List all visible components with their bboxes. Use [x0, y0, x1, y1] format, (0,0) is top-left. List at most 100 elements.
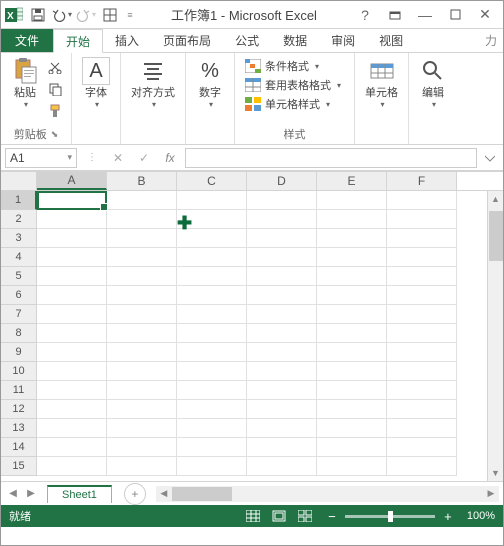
cells-area[interactable]: ✚ — [37, 191, 503, 481]
vscroll-thumb[interactable] — [489, 211, 503, 261]
row-header-4[interactable]: 4 — [1, 248, 37, 267]
cell[interactable] — [387, 324, 457, 343]
cell[interactable] — [177, 267, 247, 286]
row-header-15[interactable]: 15 — [1, 457, 37, 476]
cell[interactable] — [387, 381, 457, 400]
cell[interactable] — [37, 343, 107, 362]
cell[interactable] — [387, 438, 457, 457]
cell[interactable] — [387, 210, 457, 229]
zoom-knob[interactable] — [388, 511, 393, 522]
cell[interactable] — [247, 343, 317, 362]
cell[interactable] — [177, 381, 247, 400]
tab-file[interactable]: 文件 — [1, 29, 53, 52]
maximize-icon[interactable] — [441, 4, 469, 26]
cell[interactable] — [247, 381, 317, 400]
number-button[interactable]: % 数字 ▾ — [192, 55, 228, 111]
cell[interactable] — [247, 457, 317, 476]
cell[interactable] — [247, 248, 317, 267]
cell[interactable] — [247, 229, 317, 248]
row-header-5[interactable]: 5 — [1, 267, 37, 286]
cell[interactable] — [177, 305, 247, 324]
cell[interactable] — [107, 210, 177, 229]
alignment-button[interactable]: 对齐方式 ▾ — [127, 55, 179, 111]
cell[interactable] — [107, 286, 177, 305]
name-box[interactable]: A1▾ — [5, 148, 77, 168]
cell[interactable] — [37, 362, 107, 381]
cell[interactable] — [317, 286, 387, 305]
cell[interactable] — [37, 191, 107, 210]
row-header-9[interactable]: 9 — [1, 343, 37, 362]
cell[interactable] — [387, 400, 457, 419]
scroll-left-icon[interactable]: ◀ — [156, 488, 172, 499]
cell[interactable] — [247, 210, 317, 229]
cell[interactable] — [387, 248, 457, 267]
cells-button[interactable]: 单元格 ▾ — [361, 55, 402, 111]
cell[interactable] — [387, 362, 457, 381]
edit-button[interactable]: 编辑 ▾ — [415, 55, 451, 111]
cell[interactable] — [107, 324, 177, 343]
col-header-F[interactable]: F — [387, 172, 457, 190]
cell[interactable] — [37, 438, 107, 457]
cell[interactable] — [317, 267, 387, 286]
col-header-D[interactable]: D — [247, 172, 317, 190]
row-header-11[interactable]: 11 — [1, 381, 37, 400]
cell[interactable] — [387, 267, 457, 286]
cell[interactable] — [177, 457, 247, 476]
cell[interactable] — [107, 229, 177, 248]
cell[interactable] — [387, 457, 457, 476]
cell[interactable] — [247, 305, 317, 324]
paste-button[interactable]: 粘贴 ▾ — [7, 55, 43, 111]
font-button[interactable]: A 字体 ▾ — [78, 55, 114, 111]
cell[interactable] — [37, 324, 107, 343]
cell[interactable] — [107, 419, 177, 438]
format-painter-icon[interactable] — [45, 101, 65, 121]
minimize-icon[interactable]: — — [411, 4, 439, 26]
cell[interactable] — [37, 400, 107, 419]
cell[interactable] — [247, 267, 317, 286]
undo-icon[interactable]: ▾ — [51, 4, 73, 26]
select-all-corner[interactable] — [1, 172, 37, 190]
format-as-table-button[interactable]: 套用表格格式▾ — [241, 76, 345, 94]
page-layout-view-icon[interactable] — [269, 508, 289, 524]
cut-icon[interactable] — [45, 57, 65, 77]
cell[interactable] — [37, 267, 107, 286]
zoom-level[interactable]: 100% — [467, 510, 495, 522]
scroll-up-icon[interactable]: ▲ — [491, 191, 500, 207]
zoom-out-button[interactable]: − — [325, 509, 339, 524]
cell[interactable] — [247, 324, 317, 343]
cell[interactable] — [317, 248, 387, 267]
conditional-format-button[interactable]: 条件格式▾ — [241, 57, 345, 75]
cell[interactable] — [317, 229, 387, 248]
row-header-7[interactable]: 7 — [1, 305, 37, 324]
formula-expand-icon[interactable] — [481, 148, 499, 168]
cell[interactable] — [177, 248, 247, 267]
cell[interactable] — [37, 210, 107, 229]
new-sheet-button[interactable]: + — [124, 483, 146, 505]
cell[interactable] — [37, 305, 107, 324]
formula-input[interactable] — [185, 148, 477, 168]
tab-开始[interactable]: 开始 — [53, 29, 103, 53]
cell[interactable] — [317, 324, 387, 343]
cell[interactable] — [387, 191, 457, 210]
cell[interactable] — [317, 210, 387, 229]
cell[interactable] — [37, 229, 107, 248]
row-header-1[interactable]: 1 — [1, 191, 37, 210]
cell[interactable] — [177, 191, 247, 210]
tab-页面布局[interactable]: 页面布局 — [151, 29, 223, 52]
normal-view-icon[interactable] — [243, 508, 263, 524]
col-header-B[interactable]: B — [107, 172, 177, 190]
tab-审阅[interactable]: 审阅 — [319, 29, 367, 52]
cell[interactable] — [37, 457, 107, 476]
cell-styles-button[interactable]: 单元格样式▾ — [241, 95, 345, 113]
cell[interactable] — [37, 419, 107, 438]
save-icon[interactable] — [27, 4, 49, 26]
sheet-tab-1[interactable]: Sheet1 — [47, 485, 112, 503]
sheet-nav-prev-icon[interactable]: ◀ — [5, 486, 21, 502]
clipboard-launcher-icon[interactable]: ⬊ — [51, 129, 59, 140]
cell[interactable] — [317, 381, 387, 400]
cell[interactable] — [247, 419, 317, 438]
qat-customize-icon[interactable]: ≡ — [123, 4, 137, 26]
enter-icon[interactable]: ✓ — [133, 148, 155, 168]
cell[interactable] — [177, 419, 247, 438]
cell[interactable] — [177, 343, 247, 362]
